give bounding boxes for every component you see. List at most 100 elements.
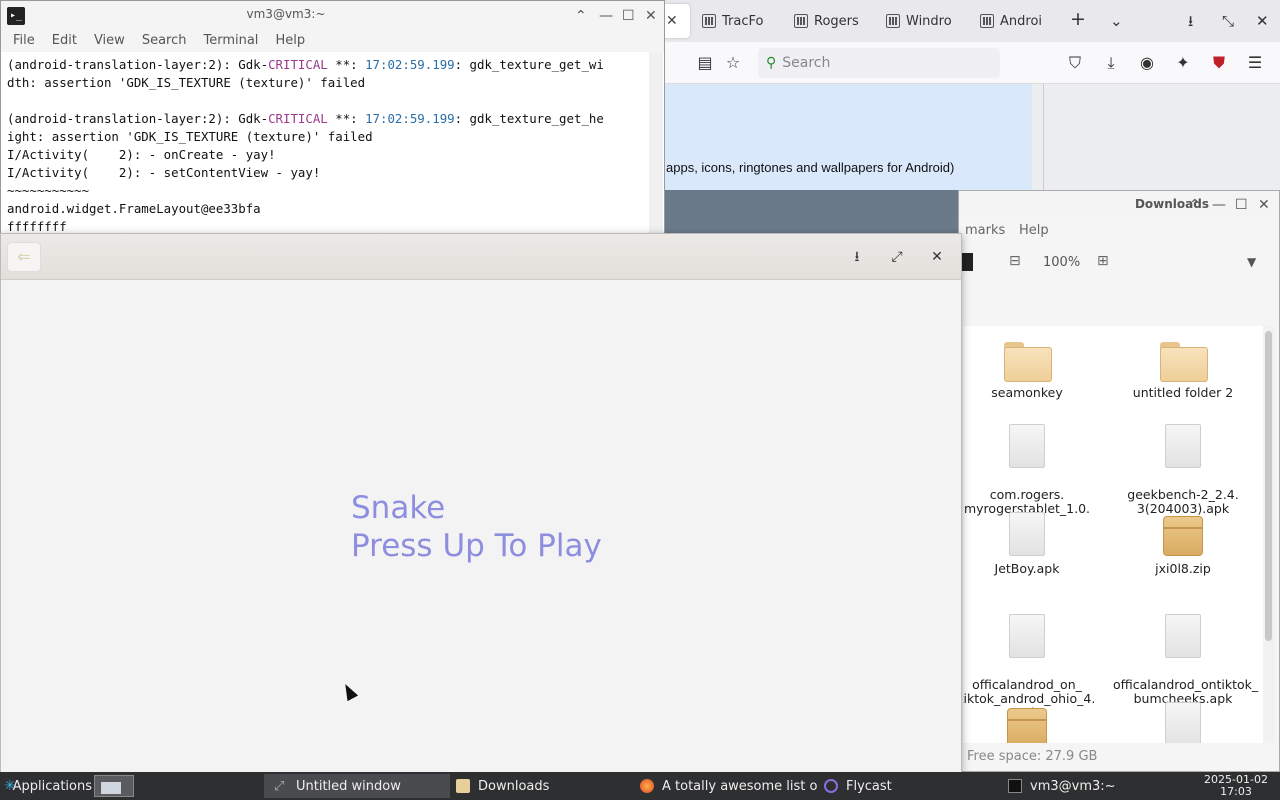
back-arrow-icon[interactable]: ⇐	[7, 242, 41, 272]
app-headerbar[interactable]: ⇐ ⭳ ⤢ ✕	[1, 234, 961, 280]
window-minimize-icon[interactable]: —	[1212, 197, 1226, 213]
pocket-icon[interactable]: ⛉	[1066, 54, 1084, 72]
taskbar-window-untitled[interactable]: ⤢ Untitled window	[264, 774, 450, 798]
zoom-in-icon[interactable]: ⊞	[1097, 253, 1109, 269]
page-text: apps, icons, ringtones and wallpapers fo…	[666, 160, 955, 175]
file-icon-view[interactable]: seamonkey untitled folder 2 com.rogers. …	[963, 326, 1263, 746]
terminal-line: (android-translation-layer:2): Gdk-CRITI…	[7, 57, 604, 72]
file-item[interactable]: untitled folder 2	[1113, 342, 1253, 400]
terminal-line: dth: assertion 'GDK_IS_TEXTURE (texture)…	[7, 75, 366, 90]
ublock-shield-icon[interactable]: ⛊	[1210, 54, 1228, 72]
menu-edit[interactable]: Edit	[52, 30, 77, 52]
scrollbar-thumb[interactable]	[1265, 331, 1272, 641]
menu-view[interactable]: View	[94, 30, 125, 52]
new-tab-plus-icon[interactable]: +	[1070, 10, 1086, 29]
browser-tab[interactable]: Androi	[980, 6, 1046, 36]
bookmark-star-icon[interactable]: ☆	[724, 54, 742, 72]
reader-view-icon[interactable]: ▤	[696, 54, 714, 72]
search-icon: ⚲	[766, 55, 777, 71]
taskbar-window-downloads[interactable]: Downloads	[452, 774, 632, 798]
window-close-icon[interactable]: ✕	[1256, 12, 1269, 30]
file-item[interactable]	[1113, 702, 1253, 746]
search-placeholder: Search	[782, 55, 831, 71]
taskbar-window-terminal[interactable]: vm3@vm3:~	[1004, 774, 1184, 798]
downloads-icon[interactable]: ⤓	[1102, 54, 1120, 72]
terminal-line: I/Activity( 2): - onCreate - yay!	[7, 147, 276, 162]
browser-tab[interactable]: TracFo	[702, 6, 772, 36]
browser-tab[interactable]: Windro	[886, 6, 956, 36]
workspace-switcher[interactable]	[94, 775, 134, 797]
window-close-icon[interactable]: ✕	[645, 8, 657, 24]
menu-help[interactable]: Help	[1019, 223, 1049, 238]
snake-app-window: ⇐ ⭳ ⤢ ✕ Snake Press Up To Play	[0, 233, 962, 773]
game-start-prompt: Press Up To Play	[351, 528, 602, 564]
file-item[interactable]	[963, 708, 1097, 746]
list-tabs-chevron-icon[interactable]: ⌄	[1110, 12, 1123, 30]
menu-bookmarks[interactable]: marks	[965, 223, 1005, 238]
menu-hamburger-icon[interactable]: ☰	[1246, 54, 1264, 72]
window-resize-icon: ⤢	[274, 779, 285, 794]
minimize-icon[interactable]: ⭳	[847, 247, 867, 267]
taskbar-window-firefox[interactable]: A totally awesome list o...	[636, 774, 818, 798]
clock[interactable]: 2025-01-02 17:03	[1196, 774, 1276, 798]
file-document-icon	[1009, 512, 1045, 556]
site-favicon-icon	[886, 14, 900, 28]
view-options-chevron-icon[interactable]: ▼	[1247, 255, 1256, 269]
site-favicon-icon	[702, 14, 716, 28]
window-shade-icon[interactable]: ⌃	[575, 8, 587, 24]
window-minimize-icon[interactable]: —	[599, 8, 613, 24]
file-item[interactable]: geekbench-2_2.4. 3(204003).apk	[1113, 410, 1253, 530]
file-document-icon	[1165, 614, 1201, 658]
menu-search[interactable]: Search	[142, 30, 187, 52]
terminal-output[interactable]: (android-translation-layer:2): Gdk-CRITI…	[7, 56, 647, 236]
window-minimize-icon[interactable]: ⭳	[1188, 12, 1193, 30]
file-document-icon	[1009, 614, 1045, 658]
window-title: vm3@vm3:~	[246, 7, 326, 21]
account-icon[interactable]: ◉	[1138, 54, 1156, 72]
taskbar: Applications ⤢ Untitled window Downloads…	[0, 772, 1280, 800]
menu-file[interactable]: File	[13, 30, 35, 52]
browser-page-side	[1032, 84, 1280, 190]
game-title: Snake	[351, 490, 446, 526]
taskbar-window-label: A totally awesome list o...	[662, 778, 818, 794]
file-manager-window: Downloads ⌃ — ☐ ✕ marks Help ⊟ 100% ⊞ ▼ …	[958, 190, 1280, 772]
window-close-icon[interactable]: ✕	[1258, 197, 1270, 213]
file-manager-titlebar[interactable]: Downloads ⌃ — ☐ ✕	[959, 191, 1279, 219]
file-item[interactable]: JetBoy.apk	[963, 512, 1097, 576]
status-bar: Free space: 27.9 GB	[959, 743, 1279, 771]
file-manager-toolbar: ⊟ 100% ⊞ ▼	[959, 243, 1279, 283]
browser-tab-label: Windro	[906, 13, 952, 29]
page-divider	[1043, 84, 1044, 190]
firefox-window: ✕ TracFo Rogers Windro Androi + ⌄ ⭳ ⤡ ✕ …	[660, 0, 1280, 190]
clock-time: 17:03	[1220, 785, 1252, 798]
taskbar-window-flycast[interactable]: Flycast	[820, 774, 1000, 798]
terminal-line: android.widget.FrameLayout@ee33bfa	[7, 201, 261, 216]
terminal-scrollbar[interactable]	[649, 52, 663, 237]
zoom-out-icon[interactable]: ⊟	[1009, 253, 1021, 269]
browser-tab[interactable]: Rogers	[794, 6, 862, 36]
terminal-titlebar[interactable]: ▸_ vm3@vm3:~ ⌃ — ☐ ✕	[1, 1, 664, 30]
window-maximize-icon[interactable]: ☐	[1235, 197, 1248, 213]
close-icon[interactable]: ✕	[927, 247, 947, 267]
archive-icon	[1163, 516, 1203, 556]
window-restore-icon[interactable]: ⤡	[1222, 12, 1234, 30]
menu-help[interactable]: Help	[275, 30, 305, 52]
maximize-icon[interactable]: ⤢	[887, 247, 907, 267]
tab-close-icon[interactable]: ✕	[666, 13, 678, 29]
archive-icon	[1007, 708, 1047, 746]
browser-tab-label: Rogers	[814, 13, 859, 29]
folder-icon	[1004, 342, 1052, 382]
browser-search-box[interactable]: ⚲ Search	[758, 48, 1000, 78]
window-shade-icon[interactable]: ⌃	[1189, 197, 1201, 213]
menu-terminal[interactable]: Terminal	[203, 30, 258, 52]
applications-menu-button[interactable]: Applications	[4, 774, 92, 798]
terminal-line: I/Activity( 2): - setContentView - yay!	[7, 165, 321, 180]
file-item[interactable]: jxi0l8.zip	[1113, 516, 1253, 576]
file-item[interactable]: seamonkey	[963, 342, 1097, 400]
terminal-icon	[1008, 779, 1022, 793]
window-maximize-icon[interactable]: ☐	[622, 8, 635, 24]
firefox-icon	[640, 779, 654, 793]
zoom-level: 100%	[1043, 255, 1081, 270]
extensions-icon[interactable]: ✦	[1174, 54, 1192, 72]
